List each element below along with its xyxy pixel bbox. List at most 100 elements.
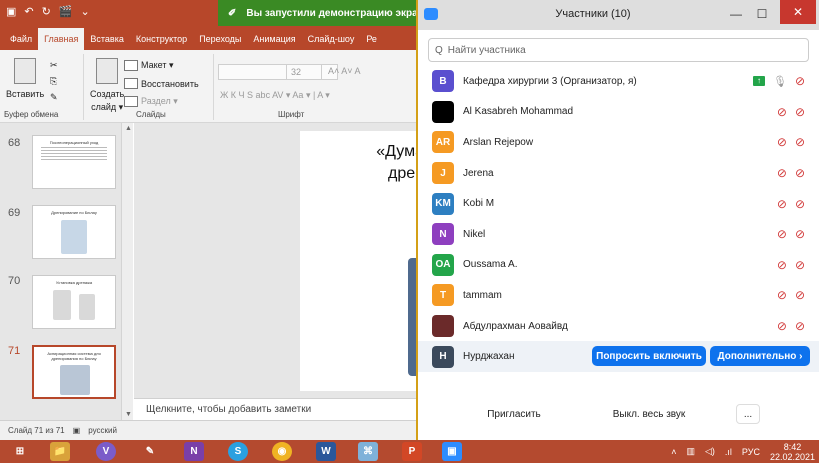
mute-all-button[interactable]: Выкл. весь звук (594, 404, 704, 424)
tab-insert[interactable]: Вставка (84, 28, 129, 50)
zoom-app-icon[interactable]: ▣ (442, 442, 462, 461)
participant-row[interactable]: T tammam ⊘ ⊘ (418, 280, 819, 311)
section-icon (124, 96, 138, 107)
screen-share-banner-text: Вы запустили демонстрацию экрана (246, 7, 418, 19)
paint-icon[interactable]: ✎ (140, 442, 160, 461)
mic-off-icon[interactable]: ⊘ (777, 227, 787, 241)
word-icon[interactable]: W (316, 442, 336, 461)
camera-off-icon[interactable]: ⊘ (795, 197, 805, 211)
customize-qat-icon[interactable]: ⌄ (81, 5, 90, 18)
format-painter-icon[interactable]: ✎ (50, 92, 58, 103)
font-size-buttons[interactable]: A˄ A˅ A (328, 66, 361, 76)
tab-transitions[interactable]: Переходы (193, 28, 247, 50)
copy-icon[interactable]: ⎘ (50, 76, 57, 87)
mic-off-icon[interactable]: ⊘ (777, 105, 787, 119)
font-size-box[interactable]: 32 (286, 64, 322, 80)
mic-off-icon[interactable]: ⊘ (777, 319, 787, 333)
close-icon[interactable]: ✕ (780, 0, 816, 24)
mic-icon[interactable]: 🎙 (773, 75, 787, 88)
participant-row[interactable]: Абдулрахман Аовайвд ⊘ ⊘ (418, 311, 819, 342)
participant-name: Oussama A. (463, 259, 518, 271)
slide-title-line: дрен (388, 165, 424, 182)
participant-row[interactable]: J Jerena ⊘ ⊘ (418, 158, 819, 189)
paste-button[interactable]: Вставить (6, 58, 44, 99)
language-indicator[interactable]: РУС (742, 447, 760, 457)
tab-review[interactable]: Ре (360, 28, 383, 50)
maximize-icon[interactable]: ☐ (750, 4, 774, 24)
slides-group: Создать слайд ▾ Макет ▾ Восстановить Раз… (86, 54, 214, 120)
scroll-down-icon[interactable]: ▼ (125, 411, 132, 418)
new-slide-button[interactable]: Создать слайд ▾ (90, 58, 124, 113)
layout-button[interactable]: Макет ▾ (124, 60, 174, 71)
search-input[interactable]: Q Найти участника (428, 38, 809, 62)
signal-icon[interactable]: .ıl (725, 447, 732, 457)
viber-icon[interactable]: V (96, 442, 116, 461)
participant-row-hovered[interactable]: H Нурджахан Попросить включить Дополните… (418, 341, 819, 372)
scroll-up-icon[interactable]: ▲ (125, 125, 132, 132)
save-icon[interactable]: ▣ (6, 5, 16, 18)
more-button[interactable]: Дополнительно › (710, 346, 810, 367)
camera-off-icon[interactable]: ⊘ (795, 74, 805, 88)
notes-pane[interactable]: Щелкните, чтобы добавить заметки (134, 398, 416, 420)
tab-animations[interactable]: Анимация (247, 28, 301, 50)
tab-slideshow[interactable]: Слайд-шоу (302, 28, 361, 50)
mic-off-icon[interactable]: ⊘ (777, 166, 787, 180)
format-buttons[interactable]: Ж К Ч S abc AV ▾ Aa ▾ | A ▾ (220, 90, 330, 101)
camera-off-icon[interactable]: ⊘ (795, 288, 805, 302)
mic-off-icon[interactable]: ⊘ (777, 197, 787, 211)
participant-name: Nikel (463, 228, 486, 240)
participant-row[interactable]: AR Arslan Rejepow ⊘ ⊘ (418, 127, 819, 158)
undo-icon[interactable]: ↶ (24, 5, 33, 18)
skype-icon[interactable]: S (228, 442, 248, 461)
slide-thumbnail[interactable]: Установка дренажа (32, 275, 116, 329)
tab-file[interactable]: Файл (4, 28, 38, 50)
participant-row[interactable]: OA Oussama A. ⊘ ⊘ (418, 250, 819, 281)
volume-icon[interactable]: ◁) (705, 446, 715, 457)
screen-share-banner[interactable]: ✐ Вы запустили демонстрацию экрана (218, 0, 418, 26)
mic-off-icon[interactable]: ⊘ (777, 258, 787, 272)
avatar: AR (432, 131, 454, 154)
more-options-button[interactable]: ... (736, 404, 760, 424)
onenote-icon[interactable]: N (184, 442, 204, 461)
powerpoint-icon[interactable]: P (402, 442, 422, 461)
minimize-icon[interactable]: — (724, 4, 748, 24)
thumbnails-scrollbar[interactable]: ▲ ▼ (121, 123, 133, 420)
camera-off-icon[interactable]: ⊘ (795, 319, 805, 333)
camera-off-icon[interactable]: ⊘ (795, 166, 805, 180)
start-icon[interactable]: ⊞ (10, 442, 30, 461)
reset-button[interactable]: Восстановить (124, 78, 199, 89)
chrome-icon[interactable]: ◉ (272, 442, 292, 461)
paste-icon (14, 58, 37, 84)
tray-expand-icon[interactable]: ˄ (671, 447, 676, 457)
spellcheck-icon[interactable]: ▣ (73, 426, 81, 435)
participant-row[interactable]: Al Kasabreh Mohammad ⊘ ⊘ (418, 97, 819, 128)
network-icon[interactable]: ▥ (686, 446, 695, 457)
clock[interactable]: 8:42 22.02.2021 (770, 442, 815, 462)
cut-icon[interactable]: ✂ (50, 60, 58, 71)
camera-off-icon[interactable]: ⊘ (795, 105, 805, 119)
redo-icon[interactable]: ↻ (42, 5, 51, 18)
participant-row[interactable]: В Кафедра хирургии 3 (Организатор, я) ↑ … (418, 66, 819, 97)
camera-off-icon[interactable]: ⊘ (795, 135, 805, 149)
language-indicator[interactable]: русский (88, 426, 117, 435)
slideshow-icon[interactable]: 🎬 (59, 5, 73, 18)
camera-off-icon[interactable]: ⊘ (795, 227, 805, 241)
ask-unmute-button[interactable]: Попросить включить (592, 346, 706, 367)
participant-row[interactable]: N Nikel ⊘ ⊘ (418, 219, 819, 250)
mic-off-icon[interactable]: ⊘ (777, 135, 787, 149)
tab-home[interactable]: Главная (38, 28, 85, 50)
avatar: T (432, 284, 454, 307)
section-button[interactable]: Раздел ▾ (124, 96, 178, 107)
invite-button[interactable]: Пригласить (474, 404, 554, 424)
slide-thumbnail-selected[interactable]: Аспирационная система для дренирования п… (32, 345, 116, 399)
explorer-icon[interactable]: 📁 (50, 442, 70, 461)
thumb-line (41, 153, 107, 154)
mic-off-icon[interactable]: ⊘ (777, 288, 787, 302)
slide-thumbnail[interactable]: Дренирование по Бюлау (32, 205, 116, 259)
tab-design[interactable]: Конструктор (130, 28, 193, 50)
participant-name: Kobi M (463, 198, 495, 210)
participant-row[interactable]: KM Kobi M ⊘ ⊘ (418, 188, 819, 219)
camera-off-icon[interactable]: ⊘ (795, 258, 805, 272)
slide-thumbnail[interactable]: Послеоперационный уход (32, 135, 116, 189)
network-app-icon[interactable]: ⌘ (358, 442, 378, 461)
